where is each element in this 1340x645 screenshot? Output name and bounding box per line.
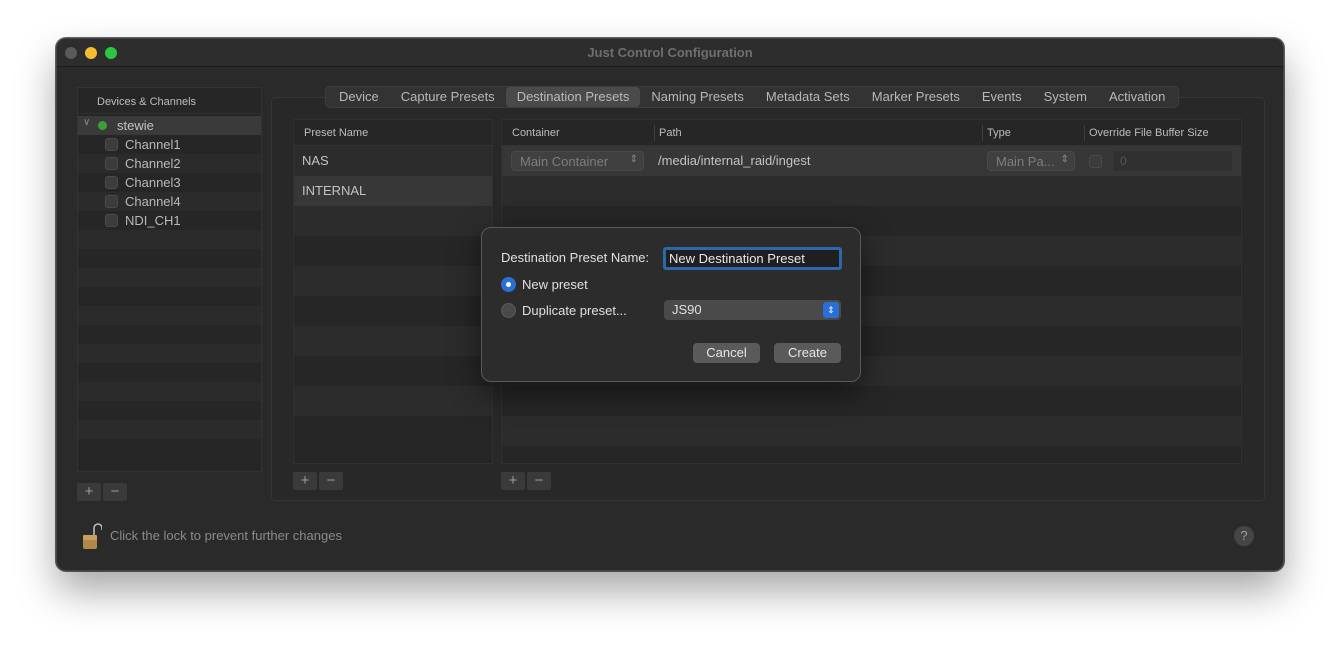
channel-checkbox[interactable] [105, 214, 118, 227]
duplicate-preset-value: JS90 [672, 302, 702, 317]
chevron-updown-icon: ⇕ [1060, 154, 1069, 165]
duplicate-preset-label: Duplicate preset... [522, 303, 627, 318]
duplicate-preset-select[interactable]: JS90 ⇕ [664, 300, 841, 320]
empty-row [294, 206, 492, 236]
preset-table: Preset Name NAS INTERNAL [293, 119, 493, 464]
preset-name: NAS [302, 153, 329, 168]
channel-label: Channel4 [125, 194, 181, 209]
add-device-button[interactable]: + [77, 483, 101, 501]
channel-row[interactable]: Channel1 [78, 135, 261, 154]
empty-row [502, 416, 1241, 446]
remove-destination-button[interactable]: − [527, 472, 551, 490]
empty-row [294, 416, 492, 446]
empty-row [78, 249, 261, 268]
tab-bar: Device Capture Presets Destination Prese… [325, 86, 1180, 108]
empty-row [78, 287, 261, 306]
empty-row [78, 344, 261, 363]
empty-row [78, 363, 261, 382]
new-preset-dialog: Destination Preset Name: New preset Dupl… [481, 227, 861, 382]
container-value: Main Container [520, 154, 609, 169]
table-header: Preset Name [294, 120, 492, 146]
tab-naming-presets[interactable]: Naming Presets [640, 87, 754, 107]
empty-row [78, 230, 261, 249]
path-value: /media/internal_raid/ingest [658, 153, 811, 168]
channel-label: Channel2 [125, 156, 181, 171]
preset-name-input[interactable] [663, 247, 842, 270]
empty-row [78, 325, 261, 344]
title-bar: Just Control Configuration [57, 39, 1283, 67]
channel-checkbox[interactable] [105, 176, 118, 189]
tab-activation[interactable]: Activation [1098, 87, 1176, 107]
channel-label: Channel3 [125, 175, 181, 190]
device-label: stewie [117, 118, 154, 133]
empty-row [78, 306, 261, 325]
type-select[interactable]: Main Pa... ⇕ [987, 151, 1075, 171]
container-header: Container [512, 127, 560, 139]
tab-metadata-sets[interactable]: Metadata Sets [755, 87, 861, 107]
create-button[interactable]: Create [774, 343, 841, 363]
add-destination-button[interactable]: + [501, 472, 525, 490]
devices-sidebar: Devices & Channels ∨ stewie Channel1 Cha… [77, 87, 262, 472]
unlocked-padlock-icon[interactable] [82, 521, 102, 551]
channel-checkbox[interactable] [105, 138, 118, 151]
help-button[interactable]: ? [1234, 526, 1254, 546]
tab-system[interactable]: System [1033, 87, 1098, 107]
tab-capture-presets[interactable]: Capture Presets [390, 87, 506, 107]
type-value: Main Pa... [996, 154, 1055, 169]
channel-checkbox[interactable] [105, 195, 118, 208]
new-preset-label: New preset [522, 277, 588, 292]
chevron-updown-icon: ⇕ [823, 302, 839, 318]
tab-destination-presets[interactable]: Destination Presets [505, 87, 641, 107]
type-header: Type [987, 127, 1011, 139]
preset-name-header: Preset Name [304, 127, 369, 139]
duplicate-preset-radio[interactable] [501, 303, 516, 318]
chevron-down-icon[interactable]: ∨ [83, 117, 90, 128]
tab-device[interactable]: Device [328, 87, 390, 107]
status-online-icon [98, 121, 107, 130]
lock-hint-text: Click the lock to prevent further change… [110, 528, 342, 543]
empty-row [78, 439, 261, 458]
empty-row [294, 386, 492, 416]
window-title: Just Control Configuration [587, 45, 753, 60]
empty-row [294, 356, 492, 386]
device-row-stewie[interactable]: ∨ stewie [78, 116, 261, 135]
override-header: Override File Buffer Size [1089, 127, 1209, 139]
tab-marker-presets[interactable]: Marker Presets [861, 87, 971, 107]
empty-row [502, 386, 1241, 416]
preset-name-label: Destination Preset Name: [501, 250, 650, 265]
channel-row[interactable]: Channel2 [78, 154, 261, 173]
channel-label: Channel1 [125, 137, 181, 152]
channel-row[interactable]: Channel4 [78, 192, 261, 211]
sidebar-header: Devices & Channels [78, 88, 261, 114]
table-header: Container Path Type Override File Buffer… [502, 120, 1241, 146]
empty-row [78, 420, 261, 439]
empty-row [294, 326, 492, 356]
preset-row-nas[interactable]: NAS [294, 146, 492, 176]
chevron-updown-icon: ⇕ [629, 154, 638, 165]
add-preset-button[interactable]: + [293, 472, 317, 490]
new-preset-radio[interactable] [501, 277, 516, 292]
channel-row[interactable]: NDI_CH1 [78, 211, 261, 230]
empty-row [294, 236, 492, 266]
tab-events[interactable]: Events [971, 87, 1033, 107]
remove-device-button[interactable]: − [103, 483, 127, 501]
path-header: Path [659, 127, 682, 139]
destination-row[interactable]: Main Container ⇕ /media/internal_raid/in… [502, 146, 1241, 176]
preset-row-internal[interactable]: INTERNAL [294, 176, 492, 206]
empty-row [78, 401, 261, 420]
override-size-field[interactable]: 0 [1114, 151, 1232, 171]
empty-row [294, 266, 492, 296]
channel-row[interactable]: Channel3 [78, 173, 261, 192]
empty-row [78, 382, 261, 401]
empty-row [294, 296, 492, 326]
empty-row [502, 176, 1241, 206]
remove-preset-button[interactable]: − [319, 472, 343, 490]
container-select[interactable]: Main Container ⇕ [511, 151, 644, 171]
preset-name: INTERNAL [302, 183, 367, 198]
cancel-button[interactable]: Cancel [693, 343, 760, 363]
channel-checkbox[interactable] [105, 157, 118, 170]
empty-row [78, 268, 261, 287]
channel-label: NDI_CH1 [125, 213, 181, 228]
override-checkbox[interactable] [1089, 155, 1102, 168]
